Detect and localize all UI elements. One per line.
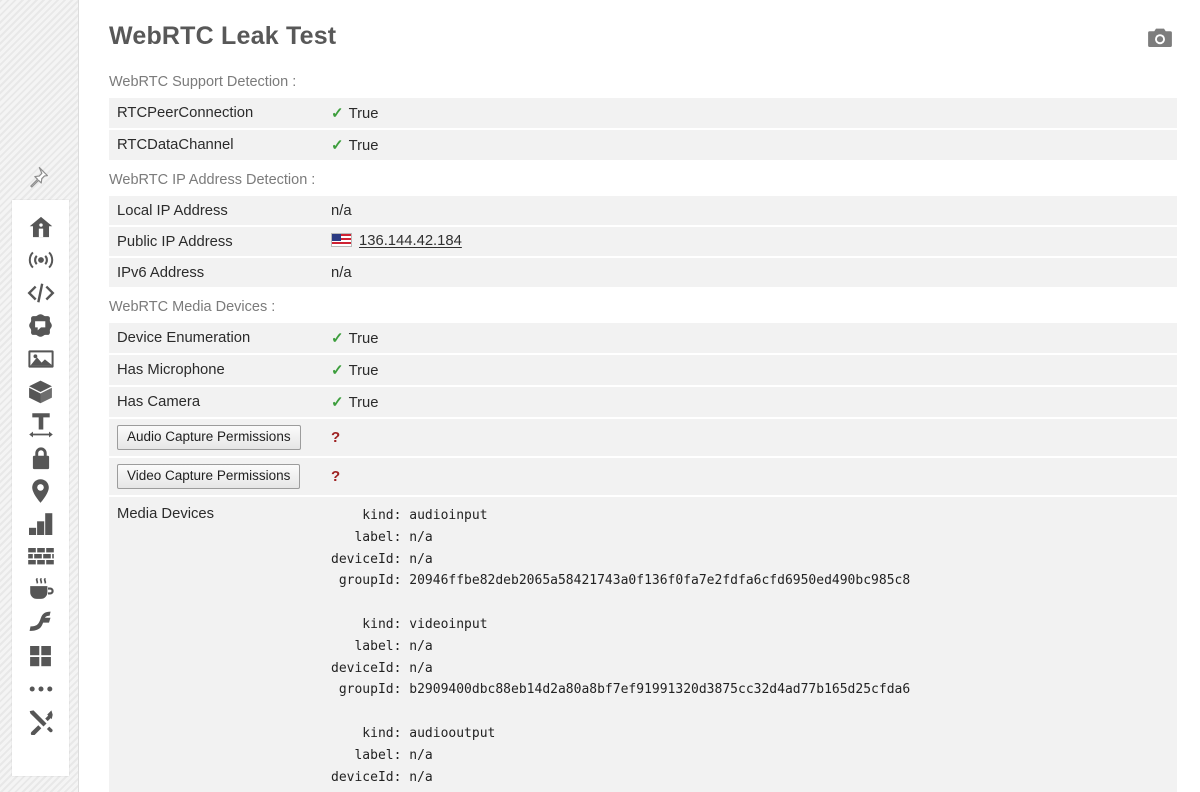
- sidebar-item-windows[interactable]: [18, 639, 64, 672]
- box-3d-icon: [27, 379, 54, 405]
- table-row: RTCDataChannel ✓ True: [109, 130, 1177, 162]
- row-value: ✓ True: [320, 323, 1177, 355]
- chat-blob-icon: [27, 313, 54, 339]
- table-row: Video Capture Permissions ?: [109, 458, 1177, 497]
- sidebar-item-signal[interactable]: [18, 243, 64, 276]
- video-capture-permissions-button[interactable]: Video Capture Permissions: [117, 464, 301, 489]
- sidebar-item-box[interactable]: [18, 375, 64, 408]
- sidebar-pin-toggle[interactable]: [14, 160, 60, 200]
- sidebar-item-chat[interactable]: [18, 309, 64, 342]
- page-title: WebRTC Leak Test: [109, 22, 337, 50]
- map-pin-icon: [29, 478, 52, 504]
- audio-capture-permissions-button[interactable]: Audio Capture Permissions: [117, 425, 301, 450]
- row-value: kind: audioinput label: n/a deviceId: n/…: [320, 497, 1177, 792]
- sidebar-item-code[interactable]: [18, 276, 64, 309]
- row-value: n/a: [320, 196, 1177, 227]
- table-row: IPv6 Address n/a: [109, 258, 1177, 289]
- row-value-text: True: [348, 395, 379, 411]
- bar-chart-icon: [27, 512, 54, 536]
- section-label-media: WebRTC Media Devices :: [109, 299, 276, 315]
- support-table: RTCPeerConnection ✓ True RTCDataChannel ✓…: [109, 98, 1177, 162]
- lock-icon: [29, 445, 53, 471]
- row-value-text: True: [348, 331, 379, 347]
- sidebar-item-home[interactable]: [18, 210, 64, 243]
- row-key: RTCPeerConnection: [109, 98, 320, 130]
- sidebar-item-location[interactable]: [18, 474, 64, 507]
- row-value: ?: [320, 419, 1177, 458]
- flash-icon: [28, 610, 54, 636]
- windows-icon: [28, 644, 53, 668]
- sidebar-item-firewall[interactable]: [18, 540, 64, 573]
- table-row: Public IP Address 136.144.42.184: [109, 227, 1177, 258]
- row-value: ✓ True: [320, 98, 1177, 130]
- table-row: Has Camera ✓ True: [109, 387, 1177, 419]
- public-ip-link[interactable]: 136.144.42.184: [359, 234, 462, 250]
- table-row: Device Enumeration ✓ True: [109, 323, 1177, 355]
- row-key: Device Enumeration: [109, 323, 320, 355]
- coffee-cup-icon: [27, 577, 55, 602]
- row-value-text: True: [348, 106, 379, 122]
- page-header: WebRTC Leak Test: [79, 0, 1200, 70]
- row-key: Has Camera: [109, 387, 320, 419]
- row-key: IPv6 Address: [109, 258, 320, 289]
- section-label-support: WebRTC Support Detection :: [109, 74, 297, 90]
- main-content: WebRTC Leak Test WebRTC Support Detectio…: [78, 0, 1200, 792]
- sidebar-item-flash[interactable]: [18, 606, 64, 639]
- check-icon: ✓: [331, 394, 344, 411]
- media-devices-output: kind: audioinput label: n/a deviceId: n/…: [331, 508, 911, 792]
- row-key: Public IP Address: [109, 227, 320, 258]
- pushpin-icon: [24, 165, 50, 196]
- row-key-button: Video Capture Permissions: [109, 458, 320, 497]
- media-table: Device Enumeration ✓ True Has Microphone …: [109, 323, 1177, 792]
- sidebar-item-java[interactable]: [18, 573, 64, 606]
- section-label-ip: WebRTC IP Address Detection :: [109, 172, 316, 188]
- audio-permission-status: ?: [331, 429, 341, 446]
- row-key-button: Audio Capture Permissions: [109, 419, 320, 458]
- text-size-icon: [28, 411, 54, 438]
- sidebar-item-image[interactable]: [18, 342, 64, 375]
- home-icon: [28, 214, 54, 240]
- table-row: Audio Capture Permissions ?: [109, 419, 1177, 458]
- sidebar-item-lock[interactable]: [18, 441, 64, 474]
- row-value-text: True: [348, 138, 379, 154]
- sidebar-item-stats[interactable]: [18, 507, 64, 540]
- brick-wall-icon: [27, 546, 55, 568]
- row-value: ✓ True: [320, 387, 1177, 419]
- tools-icon: [27, 709, 54, 735]
- signal-icon: [27, 248, 55, 272]
- ellipsis-icon: [28, 683, 54, 695]
- image-icon: [27, 347, 55, 371]
- row-value: 136.144.42.184: [320, 227, 1177, 258]
- sidebar-item-tools[interactable]: [18, 705, 64, 738]
- sidebar-item-text-size[interactable]: [18, 408, 64, 441]
- us-flag-icon: [331, 233, 352, 248]
- table-row: Has Microphone ✓ True: [109, 355, 1177, 387]
- row-key: Media Devices: [109, 497, 320, 792]
- table-row: RTCPeerConnection ✓ True: [109, 98, 1177, 130]
- camera-icon: [1147, 27, 1173, 54]
- sidebar: [12, 200, 69, 776]
- check-icon: ✓: [331, 137, 344, 154]
- row-value: ✓ True: [320, 355, 1177, 387]
- ip-table: Local IP Address n/a Public IP Address 1…: [109, 196, 1177, 289]
- row-value: n/a: [320, 258, 1177, 289]
- row-key: Has Microphone: [109, 355, 320, 387]
- row-value: ?: [320, 458, 1177, 497]
- row-value: ✓ True: [320, 130, 1177, 162]
- table-row: Local IP Address n/a: [109, 196, 1177, 227]
- check-icon: ✓: [331, 105, 344, 122]
- table-row: Media Devices kind: audioinput label: n/…: [109, 497, 1177, 792]
- code-icon: [26, 282, 56, 304]
- screenshot-button[interactable]: [1145, 27, 1175, 53]
- row-key: Local IP Address: [109, 196, 320, 227]
- video-permission-status: ?: [331, 468, 341, 485]
- check-icon: ✓: [331, 330, 344, 347]
- sidebar-item-more[interactable]: [18, 672, 64, 705]
- row-key: RTCDataChannel: [109, 130, 320, 162]
- check-icon: ✓: [331, 362, 344, 379]
- row-value-text: True: [348, 363, 379, 379]
